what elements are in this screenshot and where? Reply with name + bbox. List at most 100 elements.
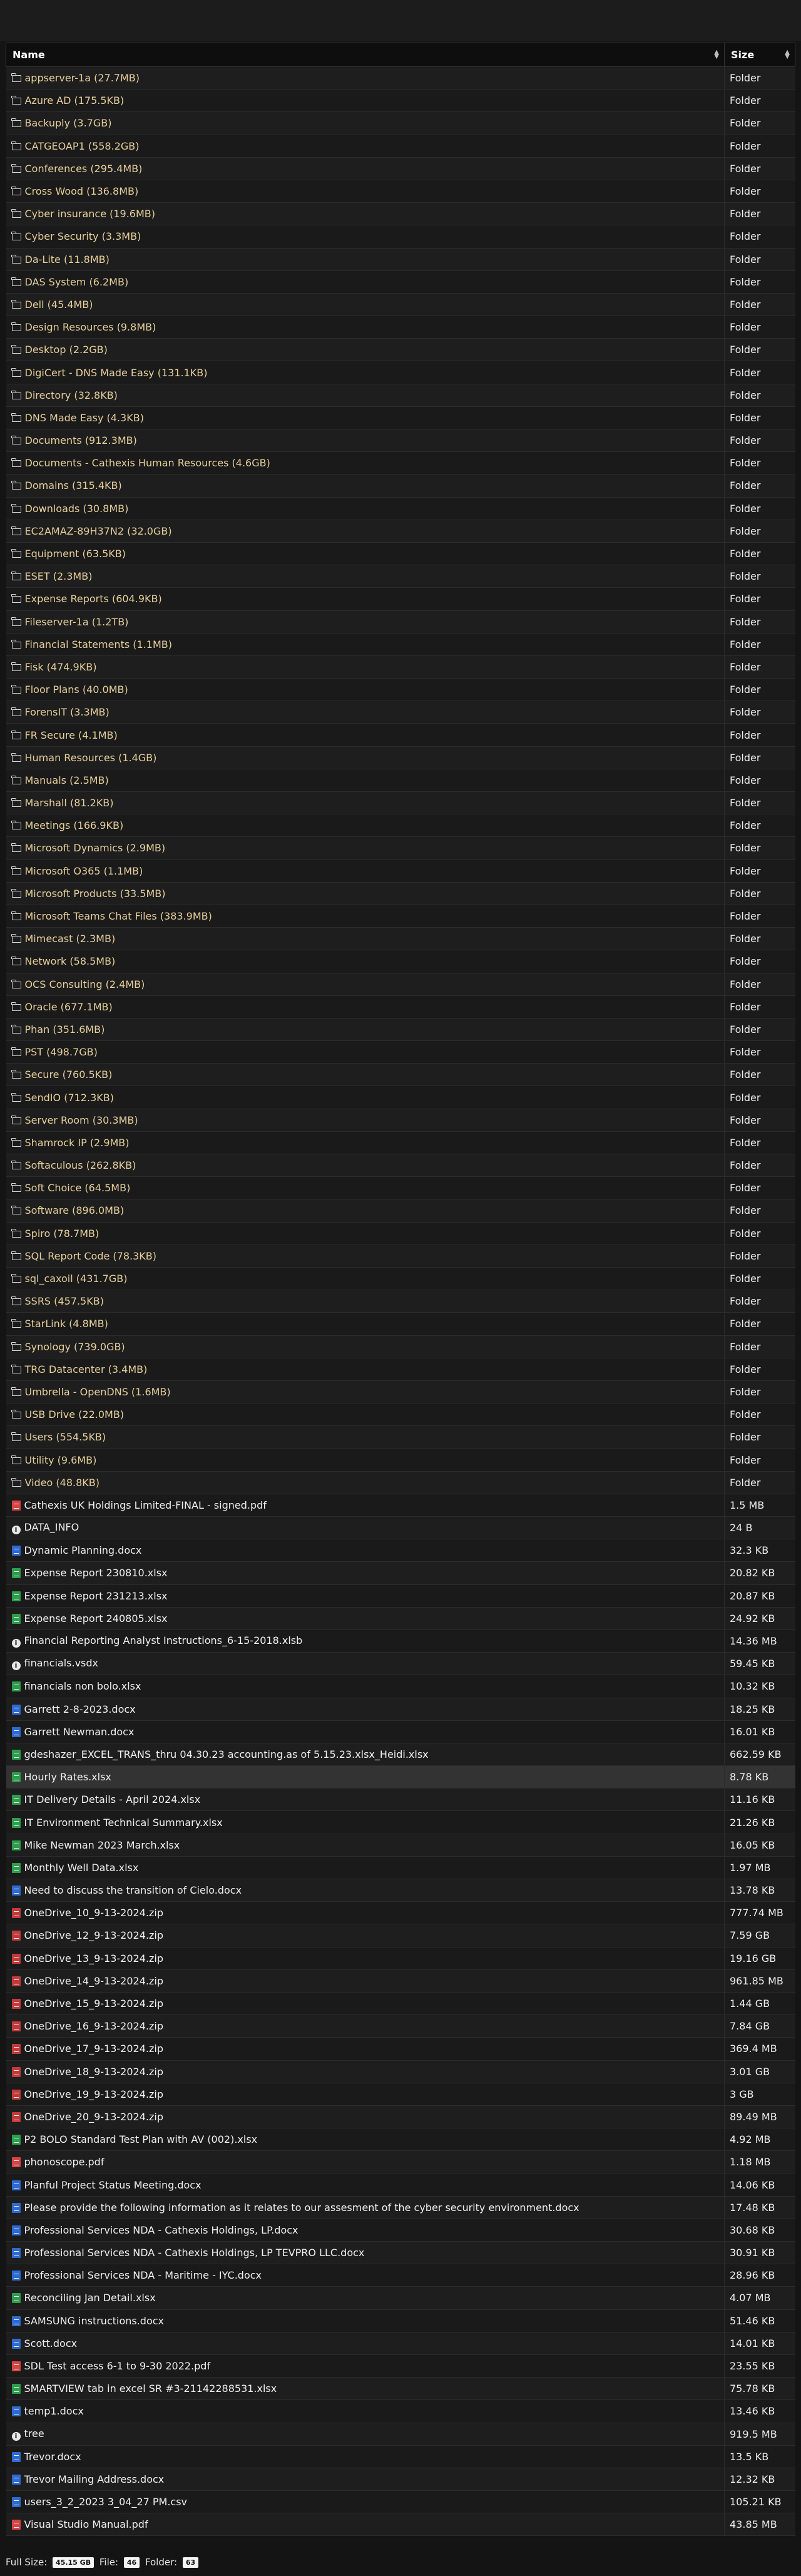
folder-row[interactable]: ESET (2.3MB) Folder (6, 565, 795, 588)
name-column-header[interactable]: Name ▲ ▼ (6, 43, 725, 67)
name-cell[interactable]: OneDrive_15_9-13-2024.zip (6, 1992, 725, 2016)
folder-row[interactable]: CATGEOAP1 (558.2GB) Folder (6, 135, 795, 158)
name-cell[interactable]: Cyber insurance (19.6MB) (6, 202, 725, 226)
name-cell[interactable]: SendIO (712.3KB) (6, 1085, 725, 1109)
name-cell[interactable]: Azure AD (175.5KB) (6, 89, 725, 113)
folder-name[interactable]: Server Room (30.3MB) (25, 1114, 138, 1126)
file-name[interactable]: Scott.docx (24, 2337, 78, 2349)
folder-name[interactable]: sql_caxoil (431.7GB) (25, 1273, 128, 1285)
folder-name[interactable]: OCS Consulting (2.4MB) (25, 978, 145, 990)
name-cell[interactable]: Secure (760.5KB) (6, 1063, 725, 1087)
file-row[interactable]: Planful Project Status Meeting.docx 14.06… (6, 2173, 795, 2197)
name-cell[interactable]: Shamrock IP (2.9MB) (6, 1131, 725, 1155)
file-name[interactable]: IT Delivery Details - April 2024.xlsx (24, 1793, 201, 1805)
folder-row[interactable]: Documents (912.3MB) Folder (6, 429, 795, 453)
folder-row[interactable]: Software (896.0MB) Folder (6, 1199, 795, 1223)
file-name[interactable]: OneDrive_18_9-13-2024.zip (24, 2066, 163, 2078)
name-cell[interactable]: IT Delivery Details - April 2024.xlsx (6, 1788, 725, 1812)
name-cell[interactable]: Desktop (2.2GB) (6, 338, 725, 362)
file-row[interactable]: gdeshazer_EXCEL_TRANS_thru 04.30.23 acco… (6, 1743, 795, 1767)
size-column-header[interactable]: Size ▲ ▼ (724, 43, 795, 67)
file-name[interactable]: Need to discuss the transition of Cielo.… (24, 1884, 242, 1896)
name-cell[interactable]: Users (554.5KB) (6, 1425, 725, 1449)
folder-row[interactable]: Cyber insurance (19.6MB) Folder (6, 202, 795, 226)
folder-name[interactable]: TRG Datacenter (3.4MB) (25, 1363, 148, 1375)
folder-name[interactable]: Users (554.5KB) (25, 1431, 106, 1443)
folder-row[interactable]: sql_caxoil (431.7GB) Folder (6, 1267, 795, 1291)
name-cell[interactable]: Mike Newman 2023 March.xlsx (6, 1834, 725, 1857)
folder-name[interactable]: CATGEOAP1 (558.2GB) (25, 140, 140, 152)
folder-name[interactable]: Umbrella - OpenDNS (1.6MB) (25, 1386, 171, 1398)
folder-row[interactable]: DigiCert - DNS Made Easy (131.1KB) Folder (6, 361, 795, 384)
file-name[interactable]: Garrett 2-8-2023.docx (24, 1703, 136, 1715)
folder-row[interactable]: Fileserver-1a (1.2TB) Folder (6, 610, 795, 634)
folder-row[interactable]: PST (498.7GB) Folder (6, 1040, 795, 1064)
file-row[interactable]: SDL Test access 6-1 to 9-30 2022.pdf 23.5… (6, 2354, 795, 2378)
folder-row[interactable]: ForensIT (3.3MB) Folder (6, 700, 795, 724)
file-row[interactable]: Professional Services NDA - Cathexis Hol… (6, 2219, 795, 2242)
name-cell[interactable]: Cyber Security (3.3MB) (6, 225, 725, 249)
name-cell[interactable]: Video (48.8KB) (6, 1471, 725, 1494)
folder-row[interactable]: Cyber Security (3.3MB) Folder (6, 225, 795, 249)
file-name[interactable]: Planful Project Status Meeting.docx (24, 2179, 202, 2191)
folder-row[interactable]: Fisk (474.9KB) Folder (6, 655, 795, 679)
folder-name[interactable]: PST (498.7GB) (25, 1046, 98, 1058)
folder-row[interactable]: Softaculous (262.8KB) Folder (6, 1154, 795, 1178)
file-name[interactable]: Hourly Rates.xlsx (24, 1771, 111, 1783)
name-cell[interactable]: Fisk (474.9KB) (6, 655, 725, 679)
name-cell[interactable]: Umbrella - OpenDNS (1.6MB) (6, 1380, 725, 1404)
name-cell[interactable]: temp1.docx (6, 2399, 725, 2423)
folder-row[interactable]: Synology (739.0GB) Folder (6, 1335, 795, 1358)
file-row[interactable]: Trevor Mailing Address.docx 12.32 KB (6, 2468, 795, 2491)
name-cell[interactable]: Visual Studio Manual.pdf (6, 2513, 725, 2537)
file-name[interactable]: Professional Services NDA - Maritime - I… (24, 2269, 262, 2281)
folder-name[interactable]: Microsoft O365 (1.1MB) (25, 865, 143, 877)
file-name[interactable]: SAMSUNG instructions.docx (24, 2315, 165, 2327)
folder-name[interactable]: DigiCert - DNS Made Easy (131.1KB) (25, 367, 208, 379)
file-row[interactable]: SAMSUNG instructions.docx 51.46 KB (6, 2309, 795, 2332)
name-cell[interactable]: Floor Plans (40.0MB) (6, 678, 725, 702)
folder-name[interactable]: Conferences (295.4MB) (25, 163, 143, 175)
folder-name[interactable]: SSRS (457.5KB) (25, 1295, 104, 1307)
file-row[interactable]: Monthly Well Data.xlsx 1.97 MB (6, 1856, 795, 1880)
folder-row[interactable]: Equipment (63.5KB) Folder (6, 542, 795, 566)
name-cell[interactable]: Need to discuss the transition of Cielo.… (6, 1879, 725, 1902)
folder-name[interactable]: Mimecast (2.3MB) (25, 933, 116, 945)
file-name[interactable]: OneDrive_15_9-13-2024.zip (24, 1998, 163, 2009)
folder-row[interactable]: USB Drive (22.0MB) Folder (6, 1403, 795, 1427)
folder-name[interactable]: Floor Plans (40.0MB) (25, 684, 128, 695)
name-cell[interactable]: CATGEOAP1 (558.2GB) (6, 135, 725, 158)
file-row[interactable]: IT Delivery Details - April 2024.xlsx 11.… (6, 1788, 795, 1812)
file-name[interactable]: Expense Report 240805.xlsx (24, 1613, 168, 1624)
name-cell[interactable]: Documents (912.3MB) (6, 429, 725, 453)
name-cell[interactable]: SQL Report Code (78.3KB) (6, 1244, 725, 1268)
file-name[interactable]: OneDrive_13_9-13-2024.zip (24, 1953, 163, 1964)
folder-row[interactable]: Video (48.8KB) Folder (6, 1471, 795, 1494)
folder-name[interactable]: Microsoft Products (33.5MB) (25, 888, 166, 900)
file-row[interactable]: Hourly Rates.xlsx 8.78 KB (6, 1765, 795, 1789)
folder-name[interactable]: Software (896.0MB) (25, 1204, 125, 1216)
folder-row[interactable]: Microsoft Dynamics (2.9MB) Folder (6, 836, 795, 860)
file-row[interactable]: Need to discuss the transition of Cielo.… (6, 1879, 795, 1902)
folder-row[interactable]: Backuply (3.7GB) Folder (6, 111, 795, 135)
name-cell[interactable]: users_3_2_2023 3_04_27 PM.csv (6, 2490, 725, 2514)
name-cell[interactable]: Reconciling Jan Detail.xlsx (6, 2286, 725, 2310)
folder-row[interactable]: SQL Report Code (78.3KB) Folder (6, 1244, 795, 1268)
folder-name[interactable]: Synology (739.0GB) (25, 1341, 125, 1353)
name-cell[interactable]: Professional Services NDA - Cathexis Hol… (6, 2219, 725, 2242)
folder-row[interactable]: SendIO (712.3KB) Folder (6, 1085, 795, 1109)
name-cell[interactable]: IT Environment Technical Summary.xlsx (6, 1810, 725, 1834)
file-row[interactable]: Please provide the following information… (6, 2196, 795, 2219)
name-cell[interactable]: Soft Choice (64.5MB) (6, 1176, 725, 1200)
folder-row[interactable]: Desktop (2.2GB) Folder (6, 338, 795, 362)
name-cell[interactable]: StarLink (4.8MB) (6, 1312, 725, 1336)
name-cell[interactable]: Downloads (30.8MB) (6, 497, 725, 520)
file-name[interactable]: Professional Services NDA - Cathexis Hol… (24, 2224, 298, 2236)
file-row[interactable]: SMARTVIEW tab in excel SR #3-21142288531… (6, 2377, 795, 2401)
folder-row[interactable]: Dell (45.4MB) Folder (6, 293, 795, 317)
name-cell[interactable]: Cross Wood (136.8MB) (6, 180, 725, 203)
folder-row[interactable]: Secure (760.5KB) Folder (6, 1063, 795, 1087)
file-row[interactable]: Garrett Newman.docx 16.01 KB (6, 1720, 795, 1743)
name-cell[interactable]: Microsoft Products (33.5MB) (6, 882, 725, 905)
folder-name[interactable]: ForensIT (3.3MB) (25, 706, 110, 718)
